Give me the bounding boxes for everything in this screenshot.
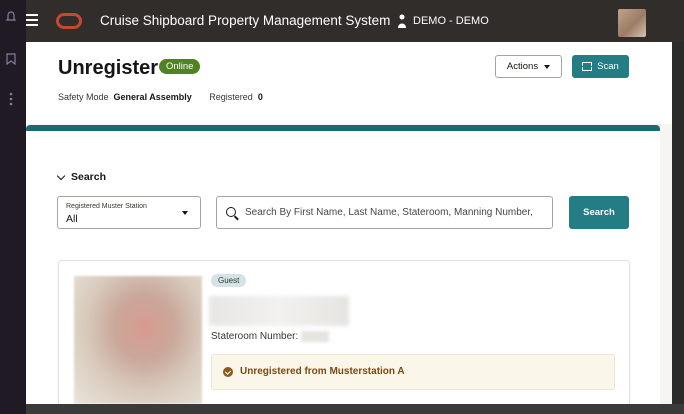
chevron-down-icon bbox=[544, 64, 551, 69]
page-title: Unregister bbox=[58, 57, 159, 79]
safety-mode-label: Safety Mode bbox=[58, 92, 109, 102]
search-panel: Search Registered Muster Station All Sea… bbox=[26, 131, 660, 410]
bell-icon[interactable] bbox=[4, 10, 18, 24]
stateroom-info: Stateroom Number: bbox=[211, 331, 330, 343]
more-vertical-icon[interactable] bbox=[4, 92, 18, 106]
hamburger-menu-icon[interactable] bbox=[26, 14, 38, 26]
alert-message: Unregistered from Musterstation A bbox=[240, 366, 405, 377]
chevron-down-icon bbox=[182, 211, 188, 215]
actions-label: Actions bbox=[506, 61, 539, 72]
stateroom-value-redacted bbox=[301, 331, 330, 342]
actions-button[interactable]: Actions bbox=[495, 55, 562, 78]
search-icon bbox=[226, 207, 236, 217]
stateroom-label: Stateroom Number: bbox=[211, 331, 299, 343]
chevron-down-icon bbox=[56, 171, 66, 180]
avatar[interactable] bbox=[618, 9, 646, 37]
main-content: Unregister Online Safety Mode General As… bbox=[26, 42, 672, 410]
oracle-logo bbox=[56, 13, 82, 29]
bookmark-icon[interactable] bbox=[4, 52, 18, 66]
unregistered-alert: Unregistered from Musterstation A bbox=[211, 354, 615, 390]
safety-info: Safety Mode General Assembly Registered … bbox=[58, 92, 263, 102]
registered-count: 0 bbox=[257, 92, 263, 102]
muster-station-select[interactable]: Registered Muster Station All bbox=[57, 196, 201, 229]
guest-name-redacted bbox=[209, 296, 349, 326]
scan-label: Scan bbox=[597, 61, 619, 72]
scan-button[interactable]: Scan bbox=[572, 55, 629, 78]
app-title: Cruise Shipboard Property Management Sys… bbox=[100, 13, 391, 28]
left-rail bbox=[0, 0, 26, 414]
search-section-toggle[interactable]: Search bbox=[56, 171, 107, 183]
bottom-bar bbox=[26, 404, 684, 414]
muster-station-label: Registered Muster Station bbox=[66, 203, 147, 210]
app-header: Cruise Shipboard Property Management Sys… bbox=[26, 0, 684, 42]
guest-photo bbox=[74, 276, 202, 404]
registered-label: Registered bbox=[209, 92, 253, 102]
muster-station-value: All bbox=[66, 213, 78, 225]
page-header: Unregister Online Safety Mode General As… bbox=[26, 42, 672, 124]
guest-result-card[interactable]: Guest Stateroom Number: Unregistered fro… bbox=[58, 260, 630, 410]
search-section-label: Search bbox=[71, 171, 107, 183]
status-badge: Online bbox=[159, 59, 201, 74]
safety-mode-value: General Assembly bbox=[113, 92, 192, 102]
guest-type-badge: Guest bbox=[211, 274, 247, 287]
search-field[interactable] bbox=[216, 196, 553, 229]
scan-icon bbox=[580, 62, 595, 71]
search-input[interactable] bbox=[245, 197, 550, 228]
user-icon bbox=[397, 13, 407, 29]
check-circle-icon bbox=[223, 367, 233, 377]
window-edge bbox=[672, 42, 684, 404]
search-button[interactable]: Search bbox=[569, 196, 629, 229]
user-name[interactable]: DEMO - DEMO bbox=[413, 15, 489, 27]
